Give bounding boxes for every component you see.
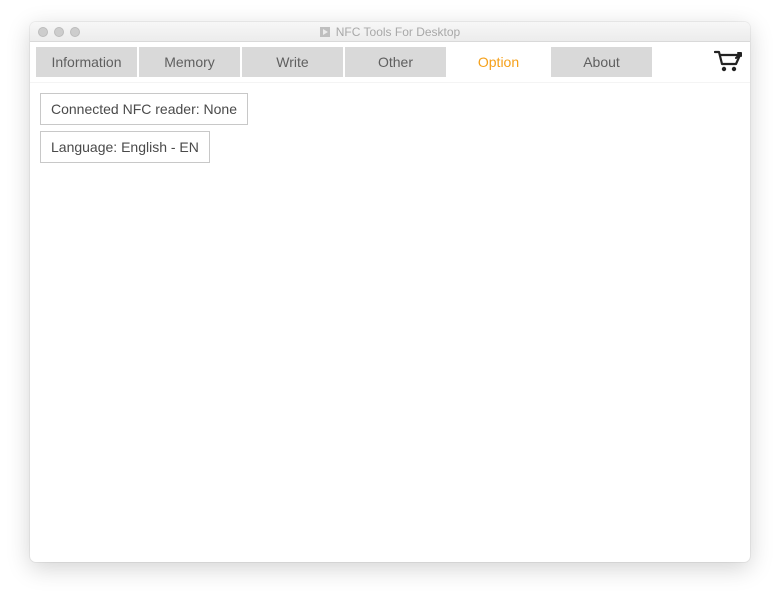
traffic-lights <box>30 27 80 37</box>
tab-bar: Information Memory Write Other Option Ab… <box>30 42 750 83</box>
tab-label: Option <box>478 54 519 70</box>
titlebar: NFC Tools For Desktop <box>30 22 750 42</box>
window-title: NFC Tools For Desktop <box>336 25 460 39</box>
window-title-wrap: NFC Tools For Desktop <box>30 25 750 39</box>
tab-label: Memory <box>164 54 215 70</box>
content-area: Connected NFC reader: None Language: Eng… <box>30 83 750 562</box>
language-button[interactable]: Language: English - EN <box>40 131 210 163</box>
tab-label: Write <box>276 54 308 70</box>
nfc-reader-button[interactable]: Connected NFC reader: None <box>40 93 248 125</box>
tab-label: Information <box>51 54 121 70</box>
cart-icon <box>714 50 742 74</box>
nfc-reader-label: Connected NFC reader: None <box>51 101 237 117</box>
tab-other[interactable]: Other <box>345 47 446 77</box>
close-window-button[interactable] <box>38 27 48 37</box>
app-icon <box>320 27 330 37</box>
app-window: NFC Tools For Desktop Information Memory… <box>30 22 750 562</box>
cart-button[interactable] <box>712 47 744 77</box>
tab-information[interactable]: Information <box>36 47 137 77</box>
tab-memory[interactable]: Memory <box>139 47 240 77</box>
language-label: Language: English - EN <box>51 139 199 155</box>
tab-label: Other <box>378 54 413 70</box>
minimize-window-button[interactable] <box>54 27 64 37</box>
tab-about[interactable]: About <box>551 47 652 77</box>
zoom-window-button[interactable] <box>70 27 80 37</box>
tab-option[interactable]: Option <box>448 47 549 77</box>
tab-label: About <box>583 54 620 70</box>
tab-write[interactable]: Write <box>242 47 343 77</box>
